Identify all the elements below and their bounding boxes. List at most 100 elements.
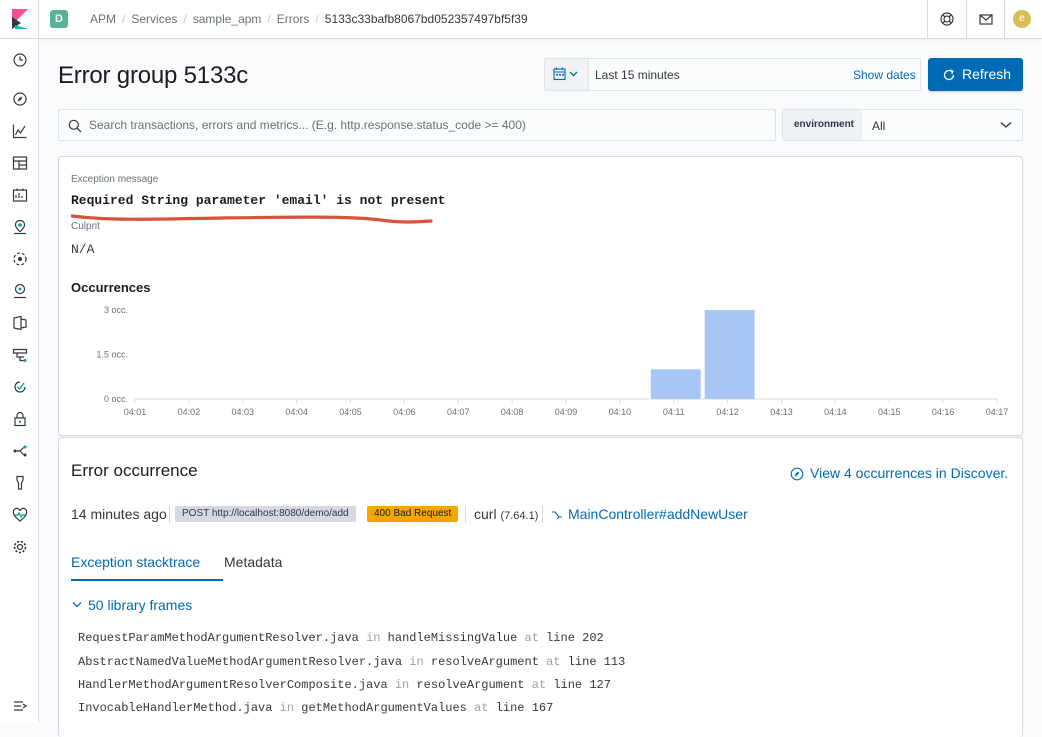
breadcrumb-apm[interactable]: APM bbox=[90, 12, 116, 26]
environment-label: environment bbox=[783, 110, 862, 140]
x-tick-label: 04:12 bbox=[716, 407, 739, 417]
frame-line: line 202 bbox=[546, 631, 604, 645]
search-icon bbox=[68, 119, 82, 133]
x-tick-label: 04:02 bbox=[178, 407, 201, 417]
search-bar bbox=[58, 109, 776, 141]
help-icon bbox=[940, 12, 954, 26]
top-header: D APM / Services / sample_apm / Errors/5133c33… bbox=[0, 0, 1042, 39]
frame-file: InvocableHandlerMethod.java bbox=[78, 701, 273, 715]
monitoring-icon[interactable] bbox=[12, 475, 28, 491]
breadcrumb-errors[interactable]: Errors bbox=[277, 12, 310, 26]
x-tick-label: 04:06 bbox=[393, 407, 416, 417]
side-navigation bbox=[0, 39, 39, 722]
x-tick-label: 04:11 bbox=[663, 407, 685, 417]
x-tick-label: 04:17 bbox=[986, 407, 1009, 417]
recently-viewed-icon[interactable] bbox=[12, 52, 28, 68]
user-agent-version: (7.64.1) bbox=[500, 510, 539, 522]
y-tick-label: 0 occ. bbox=[104, 394, 128, 404]
user-agent-name: curl bbox=[474, 506, 497, 522]
heartbeat-icon[interactable] bbox=[12, 507, 28, 523]
occurrence-tabs: Exception stacktrace Metadata bbox=[71, 548, 1011, 582]
chart-bar[interactable] bbox=[650, 369, 701, 399]
collapse-nav-icon[interactable] bbox=[12, 698, 28, 714]
exception-message-label: Exception message bbox=[71, 174, 159, 185]
newsfeed-button[interactable] bbox=[966, 0, 1004, 38]
y-tick-label: 1.5 occ. bbox=[96, 350, 128, 360]
refresh-button[interactable]: Refresh bbox=[928, 58, 1023, 91]
discover-link-label: View 4 occurrences in Discover. bbox=[810, 465, 1009, 481]
x-tick-label: 04:07 bbox=[447, 407, 470, 417]
page-title: Error group 5133c bbox=[58, 62, 249, 89]
frame-line: line 127 bbox=[553, 678, 611, 692]
kibana-logo-button[interactable] bbox=[0, 0, 39, 38]
dashboard-icon[interactable] bbox=[12, 155, 28, 171]
frame-method: handleMissingValue bbox=[387, 631, 518, 645]
refresh-label: Refresh bbox=[962, 66, 1012, 82]
quick-select-button[interactable] bbox=[545, 59, 589, 90]
frame-file: AbstractNamedValueMethodArgumentResolver… bbox=[78, 655, 403, 669]
ml-icon[interactable] bbox=[12, 251, 28, 267]
x-tick-label: 04:16 bbox=[932, 407, 955, 417]
x-tick-label: 04:01 bbox=[124, 407, 147, 417]
frame-at: at bbox=[474, 701, 489, 715]
x-tick-label: 04:03 bbox=[231, 407, 254, 417]
logs-icon[interactable] bbox=[12, 315, 28, 331]
user-agent: curl (7.64.1) bbox=[474, 506, 538, 522]
management-gear-icon[interactable] bbox=[12, 539, 28, 555]
frame-in: in bbox=[409, 655, 424, 669]
infrastructure-icon[interactable] bbox=[12, 283, 28, 299]
stack-frame: HandlerMethodArgumentResolverComposite.j… bbox=[78, 678, 611, 692]
date-range-text[interactable]: Last 15 minutes bbox=[595, 68, 680, 82]
request-badge: POST http://localhost:8080/demo/add bbox=[175, 506, 356, 522]
search-input[interactable] bbox=[89, 110, 769, 140]
x-tick-label: 04:13 bbox=[770, 407, 793, 417]
chart-bar[interactable] bbox=[704, 310, 755, 399]
chevron-down-icon bbox=[1000, 122, 1012, 128]
calendar-icon bbox=[553, 67, 578, 81]
help-button[interactable] bbox=[927, 0, 965, 38]
occurrences-chart: 3 occ. 1.5 occ. 0 occ. 04:01 04:02 04:03 04:04… bbox=[96, 305, 1009, 417]
x-tick-label: 04:14 bbox=[824, 407, 847, 417]
frame-line: line 167 bbox=[495, 701, 554, 715]
breadcrumb-error-group: 5133c33bafb8067bd052357497bf5f39 bbox=[324, 12, 528, 26]
frame-in: in bbox=[394, 678, 410, 692]
dev-tools-icon[interactable] bbox=[12, 443, 28, 459]
frame-method: getMethodArgumentValues bbox=[301, 701, 467, 715]
merge-icon bbox=[552, 511, 562, 520]
tab-exception-stacktrace[interactable]: Exception stacktrace bbox=[71, 554, 200, 570]
status-badge: 400 Bad Request bbox=[367, 506, 459, 522]
canvas-icon[interactable] bbox=[12, 187, 28, 203]
stack-frame: InvocableHandlerMethod.java in getMethod… bbox=[78, 701, 553, 715]
discover-icon[interactable] bbox=[12, 91, 28, 107]
red-underline-annotation bbox=[71, 214, 433, 224]
frame-in: in bbox=[279, 701, 295, 715]
x-tick-label: 04:10 bbox=[609, 407, 632, 417]
environment-value: All bbox=[872, 119, 886, 133]
breadcrumb: APM / Services / sample_apm / Errors/5133c33ba… bbox=[90, 12, 528, 26]
breadcrumb-services[interactable]: Services bbox=[131, 12, 177, 26]
frame-at: at bbox=[524, 631, 539, 645]
space-avatar[interactable]: D bbox=[50, 10, 68, 28]
stack-frame: AbstractNamedValueMethodArgumentResolver… bbox=[78, 655, 625, 669]
tab-metadata[interactable]: Metadata bbox=[224, 554, 282, 570]
y-tick-label: 3 occ. bbox=[104, 305, 128, 315]
chevron-down-icon bbox=[72, 602, 82, 608]
uptime-icon[interactable] bbox=[12, 379, 28, 395]
culprit-label: Culprit bbox=[71, 221, 100, 232]
x-tick-label: 04:04 bbox=[285, 407, 308, 417]
frame-method: resolveArgument bbox=[416, 678, 525, 692]
visualize-icon[interactable] bbox=[12, 123, 28, 139]
x-tick-label: 04:05 bbox=[339, 407, 362, 417]
frame-file: RequestParamMethodArgumentResolver.java bbox=[78, 631, 359, 645]
user-avatar[interactable]: e bbox=[1013, 10, 1031, 28]
transaction-name: MainController#addNewUser bbox=[568, 506, 748, 522]
kibana-logo-icon bbox=[12, 9, 28, 29]
maps-icon[interactable] bbox=[12, 219, 28, 235]
apm-icon[interactable] bbox=[12, 347, 28, 363]
occurrences-title: Occurrences bbox=[71, 280, 151, 295]
siem-icon[interactable] bbox=[12, 411, 28, 427]
active-tab-indicator bbox=[71, 579, 223, 581]
show-dates-link[interactable]: Show dates bbox=[853, 68, 916, 82]
environment-select[interactable]: environment All bbox=[782, 109, 1023, 141]
breadcrumb-service[interactable]: sample_apm bbox=[193, 12, 262, 26]
